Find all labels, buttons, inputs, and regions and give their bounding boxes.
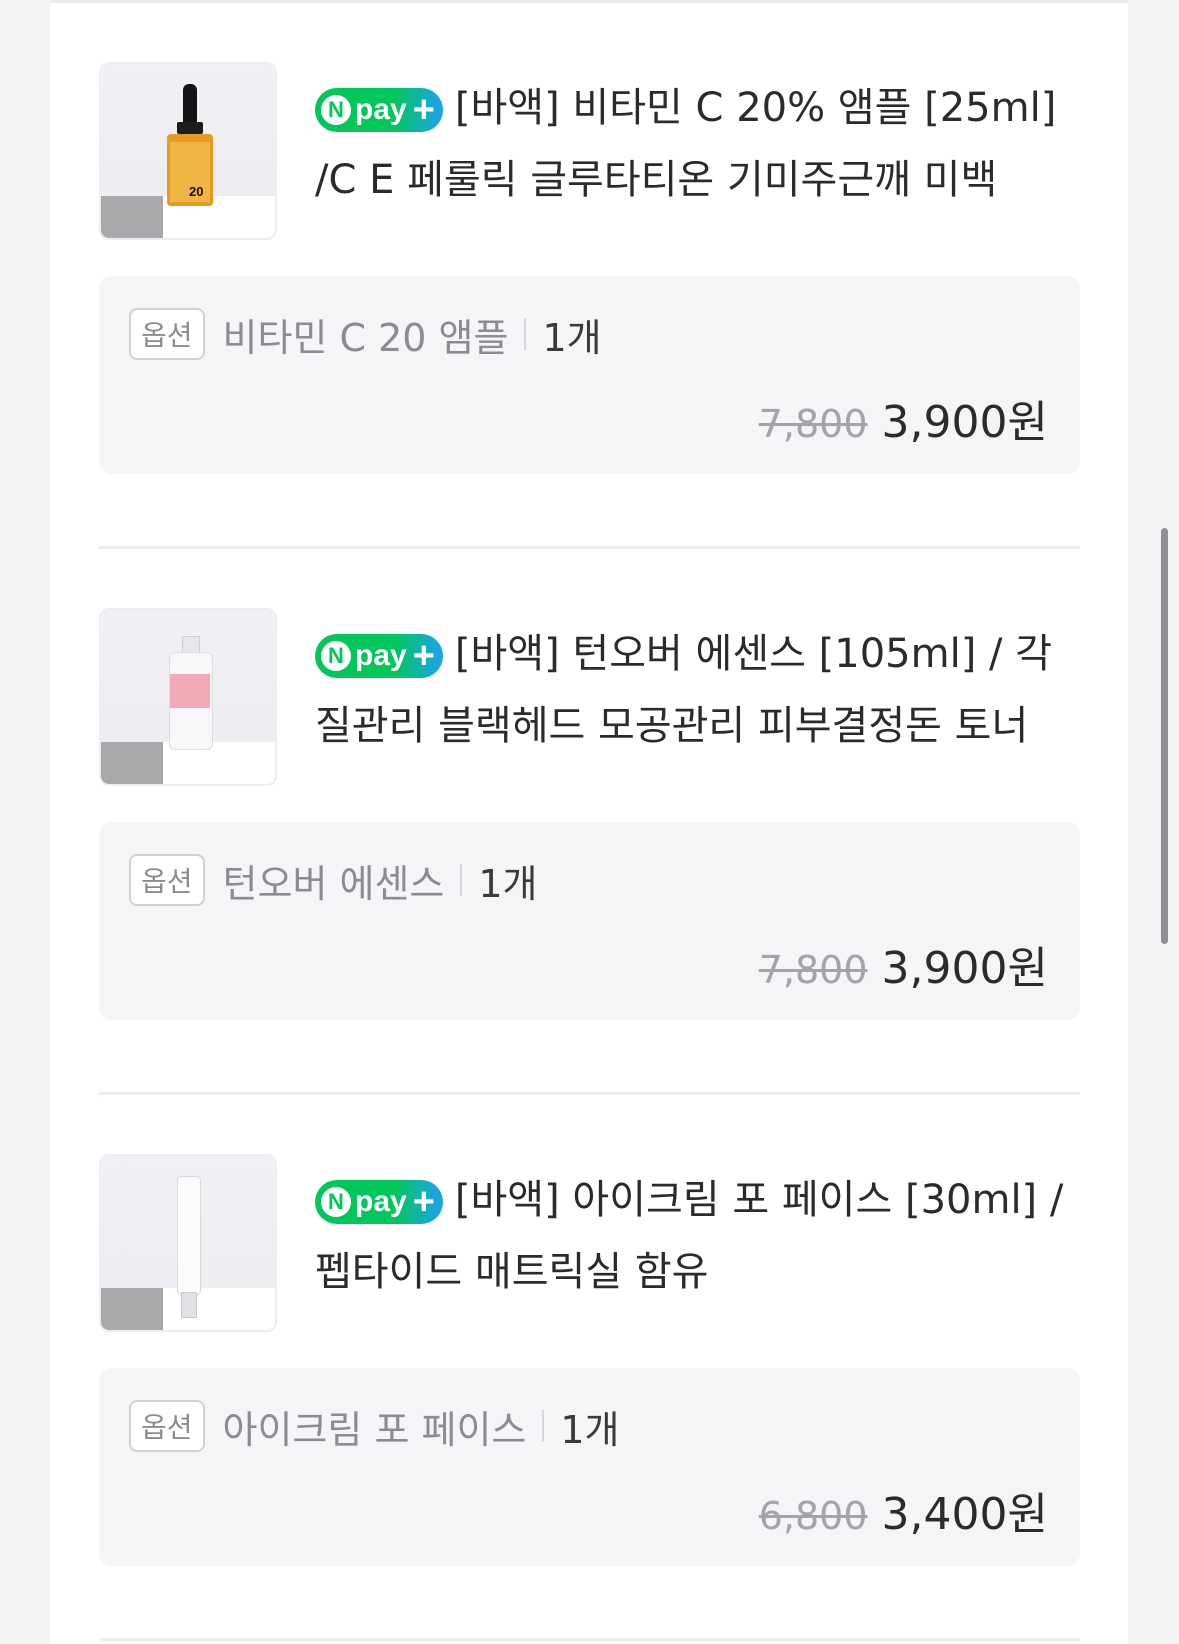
option-name: 턴오버 에센스 [222,861,445,906]
vitamin-c-ampoule-icon: 20 [167,84,213,206]
npay-plus-badge: Npay + [315,1180,443,1224]
eye-cream-tube-icon [177,1176,201,1318]
final-price: 3,900원 [881,943,1048,994]
separator [542,1410,545,1442]
product-thumbnail[interactable] [99,608,277,786]
option-summary: 옵션 비타민 C 20 앰플 1개 7,800 3,900원 [99,276,1080,474]
scrollbar[interactable] [1161,528,1168,944]
naver-n-icon: N [321,641,351,671]
option-tag: 옵션 [129,1400,205,1452]
quantity: 1개 [542,315,602,360]
npay-plus-badge: Npay + [315,634,443,678]
npay-plus-badge: Npay + [315,88,443,132]
item-divider [99,1638,1080,1641]
final-price: 3,400원 [881,1489,1048,1540]
option-summary: 옵션 턴오버 에센스 1개 7,800 3,900원 [99,822,1080,1020]
option-name: 비타민 C 20 앰플 [222,315,509,360]
naver-n-icon: N [321,1187,351,1217]
order-items-panel: 20 Npay + [바액] 비타민 C 20% 앰플 [25ml] /C E 페룰… [50,0,1128,1644]
product-title[interactable]: Npay + [바액] 턴오버 에센스 [105ml] / 각질관리 블랙헤드 모공… [315,618,1075,762]
original-price: 6,800 [758,1494,868,1538]
product-title[interactable]: Npay + [바액] 비타민 C 20% 앰플 [25ml] /C E 페룰릭 글… [315,72,1075,216]
naver-n-icon: N [321,95,351,125]
option-tag: 옵션 [129,854,205,906]
option-name: 아이크림 포 페이스 [222,1407,527,1452]
separator [524,318,527,350]
product-thumbnail[interactable] [99,1154,277,1332]
item-divider [99,1092,1080,1095]
product-title[interactable]: Npay + [바액] 아이크림 포 페이스 [30ml] /펩타이드 매트릭실 함… [315,1164,1075,1308]
divider [50,0,1128,3]
plus-icon: + [412,635,435,677]
option-summary: 옵션 아이크림 포 페이스 1개 6,800 3,400원 [99,1368,1080,1566]
original-price: 7,800 [758,948,868,992]
plus-icon: + [412,1181,435,1223]
quantity: 1개 [478,861,538,906]
quantity: 1개 [560,1407,620,1452]
essence-bottle-icon [167,636,213,754]
original-price: 7,800 [758,402,868,446]
final-price: 3,900원 [881,397,1048,448]
item-divider [99,546,1080,549]
separator [460,864,463,896]
option-tag: 옵션 [129,308,205,360]
product-thumbnail[interactable]: 20 [99,62,277,240]
plus-icon: + [412,89,435,131]
